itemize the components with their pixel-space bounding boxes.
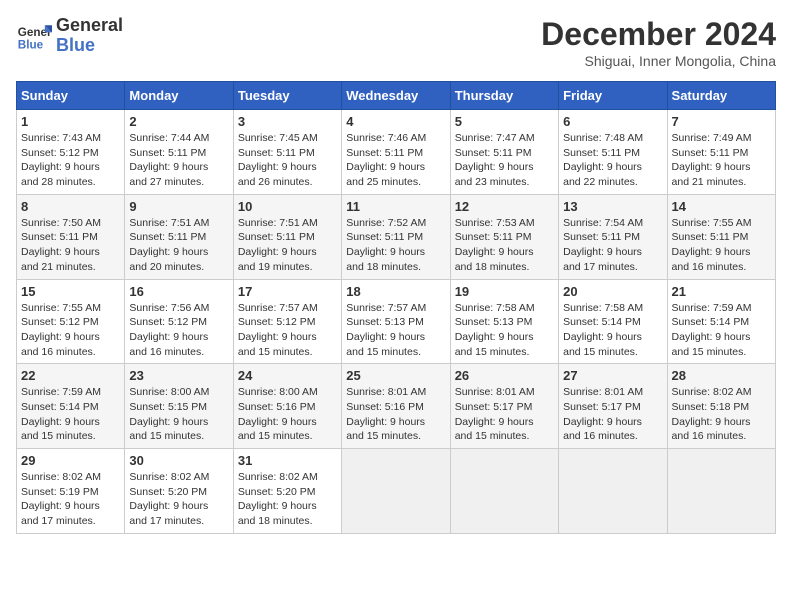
calendar-day-22: 22Sunrise: 7:59 AM Sunset: 5:14 PM Dayli… (17, 364, 125, 449)
calendar-day-26: 26Sunrise: 8:01 AM Sunset: 5:17 PM Dayli… (450, 364, 558, 449)
location-title: Shiguai, Inner Mongolia, China (541, 53, 776, 69)
weekday-header-tuesday: Tuesday (233, 82, 341, 110)
calendar-empty-4-6 (667, 449, 775, 534)
calendar-day-28: 28Sunrise: 8:02 AM Sunset: 5:18 PM Dayli… (667, 364, 775, 449)
calendar-empty-4-5 (559, 449, 667, 534)
calendar-day-1: 1Sunrise: 7:43 AM Sunset: 5:12 PM Daylig… (17, 110, 125, 195)
logo-icon: General Blue (16, 18, 52, 54)
svg-text:Blue: Blue (18, 38, 44, 51)
calendar-day-11: 11Sunrise: 7:52 AM Sunset: 5:11 PM Dayli… (342, 194, 450, 279)
calendar-day-17: 17Sunrise: 7:57 AM Sunset: 5:12 PM Dayli… (233, 279, 341, 364)
calendar-day-10: 10Sunrise: 7:51 AM Sunset: 5:11 PM Dayli… (233, 194, 341, 279)
calendar-week-5: 29Sunrise: 8:02 AM Sunset: 5:19 PM Dayli… (17, 449, 776, 534)
calendar-day-13: 13Sunrise: 7:54 AM Sunset: 5:11 PM Dayli… (559, 194, 667, 279)
calendar-day-6: 6Sunrise: 7:48 AM Sunset: 5:11 PM Daylig… (559, 110, 667, 195)
month-title: December 2024 (541, 16, 776, 53)
calendar-empty-4-3 (342, 449, 450, 534)
title-area: December 2024 Shiguai, Inner Mongolia, C… (541, 16, 776, 69)
calendar-day-15: 15Sunrise: 7:55 AM Sunset: 5:12 PM Dayli… (17, 279, 125, 364)
calendar-day-20: 20Sunrise: 7:58 AM Sunset: 5:14 PM Dayli… (559, 279, 667, 364)
weekday-header-friday: Friday (559, 82, 667, 110)
weekday-header-row: SundayMondayTuesdayWednesdayThursdayFrid… (17, 82, 776, 110)
weekday-header-wednesday: Wednesday (342, 82, 450, 110)
calendar-day-9: 9Sunrise: 7:51 AM Sunset: 5:11 PM Daylig… (125, 194, 233, 279)
calendar-day-24: 24Sunrise: 8:00 AM Sunset: 5:16 PM Dayli… (233, 364, 341, 449)
calendar-empty-4-4 (450, 449, 558, 534)
weekday-header-monday: Monday (125, 82, 233, 110)
calendar-day-8: 8Sunrise: 7:50 AM Sunset: 5:11 PM Daylig… (17, 194, 125, 279)
calendar-day-16: 16Sunrise: 7:56 AM Sunset: 5:12 PM Dayli… (125, 279, 233, 364)
calendar-day-2: 2Sunrise: 7:44 AM Sunset: 5:11 PM Daylig… (125, 110, 233, 195)
calendar-day-19: 19Sunrise: 7:58 AM Sunset: 5:13 PM Dayli… (450, 279, 558, 364)
calendar-day-3: 3Sunrise: 7:45 AM Sunset: 5:11 PM Daylig… (233, 110, 341, 195)
calendar-table: SundayMondayTuesdayWednesdayThursdayFrid… (16, 81, 776, 534)
calendar-day-31: 31Sunrise: 8:02 AM Sunset: 5:20 PM Dayli… (233, 449, 341, 534)
calendar-week-3: 15Sunrise: 7:55 AM Sunset: 5:12 PM Dayli… (17, 279, 776, 364)
calendar-day-7: 7Sunrise: 7:49 AM Sunset: 5:11 PM Daylig… (667, 110, 775, 195)
calendar-week-4: 22Sunrise: 7:59 AM Sunset: 5:14 PM Dayli… (17, 364, 776, 449)
logo-text: General Blue (56, 16, 123, 56)
calendar-day-25: 25Sunrise: 8:01 AM Sunset: 5:16 PM Dayli… (342, 364, 450, 449)
calendar-day-12: 12Sunrise: 7:53 AM Sunset: 5:11 PM Dayli… (450, 194, 558, 279)
calendar-body: 1Sunrise: 7:43 AM Sunset: 5:12 PM Daylig… (17, 110, 776, 534)
calendar-day-4: 4Sunrise: 7:46 AM Sunset: 5:11 PM Daylig… (342, 110, 450, 195)
calendar-week-2: 8Sunrise: 7:50 AM Sunset: 5:11 PM Daylig… (17, 194, 776, 279)
calendar-day-5: 5Sunrise: 7:47 AM Sunset: 5:11 PM Daylig… (450, 110, 558, 195)
calendar-week-1: 1Sunrise: 7:43 AM Sunset: 5:12 PM Daylig… (17, 110, 776, 195)
logo: General Blue General Blue (16, 16, 123, 56)
page-header: General Blue General Blue December 2024 … (16, 16, 776, 69)
calendar-day-23: 23Sunrise: 8:00 AM Sunset: 5:15 PM Dayli… (125, 364, 233, 449)
weekday-header-sunday: Sunday (17, 82, 125, 110)
calendar-day-30: 30Sunrise: 8:02 AM Sunset: 5:20 PM Dayli… (125, 449, 233, 534)
weekday-header-thursday: Thursday (450, 82, 558, 110)
weekday-header-saturday: Saturday (667, 82, 775, 110)
calendar-day-27: 27Sunrise: 8:01 AM Sunset: 5:17 PM Dayli… (559, 364, 667, 449)
calendar-day-29: 29Sunrise: 8:02 AM Sunset: 5:19 PM Dayli… (17, 449, 125, 534)
calendar-day-21: 21Sunrise: 7:59 AM Sunset: 5:14 PM Dayli… (667, 279, 775, 364)
calendar-day-18: 18Sunrise: 7:57 AM Sunset: 5:13 PM Dayli… (342, 279, 450, 364)
calendar-day-14: 14Sunrise: 7:55 AM Sunset: 5:11 PM Dayli… (667, 194, 775, 279)
